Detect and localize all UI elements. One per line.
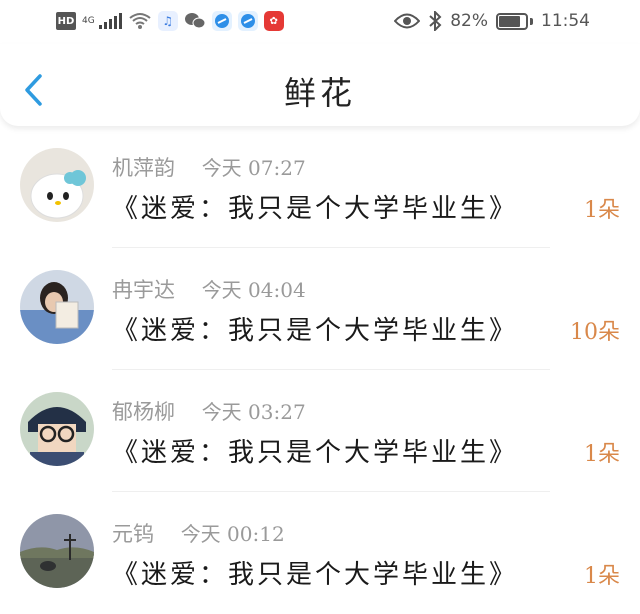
music-icon: ♫	[157, 11, 178, 31]
flower-list: 机萍韵 今天 07:27 《迷爱：我只是个大学毕业生》 1朵 冉宇达 今天 04…	[0, 126, 640, 614]
item-meta: 郁杨柳 今天 03:27	[112, 396, 306, 426]
flower-count: 1朵	[584, 442, 620, 467]
browser-icon	[237, 11, 258, 31]
eye-icon	[394, 13, 421, 29]
battery-cap	[530, 17, 533, 25]
wechat-icon	[184, 13, 206, 29]
timestamp: 今天 04:04	[201, 278, 306, 302]
flower-count: 1朵	[584, 564, 620, 589]
browser-icon	[211, 11, 232, 31]
item-meta: 机萍韵 今天 07:27	[112, 152, 306, 182]
list-item[interactable]: 冉宇达 今天 04:04 《迷爱：我只是个大学毕业生》 10朵	[0, 248, 640, 370]
user-name[interactable]: 机萍韵	[112, 156, 175, 180]
user-name[interactable]: 冉宇达	[112, 278, 175, 302]
timestamp: 今天 07:27	[201, 156, 306, 180]
avatar[interactable]	[20, 392, 94, 466]
book-title[interactable]: 《迷爱：我只是个大学毕业生》	[112, 188, 518, 225]
list-item[interactable]: 元钨 今天 00:12 《迷爱：我只是个大学毕业生》 1朵	[0, 492, 640, 614]
book-title[interactable]: 《迷爱：我只是个大学毕业生》	[112, 310, 518, 347]
book-title[interactable]: 《迷爱：我只是个大学毕业生》	[112, 554, 518, 591]
avatar[interactable]	[20, 148, 94, 222]
book-title[interactable]: 《迷爱：我只是个大学毕业生》	[112, 432, 518, 469]
app-icon: ✿	[263, 11, 284, 31]
page-title: 鲜花	[283, 74, 356, 112]
flower-count: 10朵	[570, 320, 620, 345]
clock: 11:54	[541, 11, 590, 31]
avatar[interactable]	[20, 514, 94, 588]
list-item[interactable]: 机萍韵 今天 07:27 《迷爱：我只是个大学毕业生》 1朵	[0, 126, 640, 248]
item-meta: 冉宇达 今天 04:04	[112, 274, 306, 304]
avatar[interactable]	[20, 270, 94, 344]
hd-icon: HD	[56, 12, 76, 30]
app-header: 鲜花	[0, 44, 640, 126]
timestamp: 今天 00:12	[180, 522, 285, 546]
wifi-icon	[129, 13, 151, 29]
flower-count: 1朵	[584, 198, 620, 223]
item-meta: 元钨 今天 00:12	[112, 518, 285, 548]
network-type: 4G	[82, 15, 95, 26]
bluetooth-icon	[429, 11, 442, 31]
user-name[interactable]: 元钨	[112, 522, 154, 546]
signal-icon	[98, 13, 122, 29]
battery-level-fill	[499, 15, 521, 27]
timestamp: 今天 03:27	[201, 400, 306, 424]
user-name[interactable]: 郁杨柳	[112, 400, 175, 424]
battery-icon	[496, 12, 528, 30]
list-item[interactable]: 郁杨柳 今天 03:27 《迷爱：我只是个大学毕业生》 1朵	[0, 370, 640, 492]
status-bar: HD 4G ♫ ✿ 82% 11:54	[0, 0, 640, 44]
battery-percent: 82%	[450, 11, 488, 31]
